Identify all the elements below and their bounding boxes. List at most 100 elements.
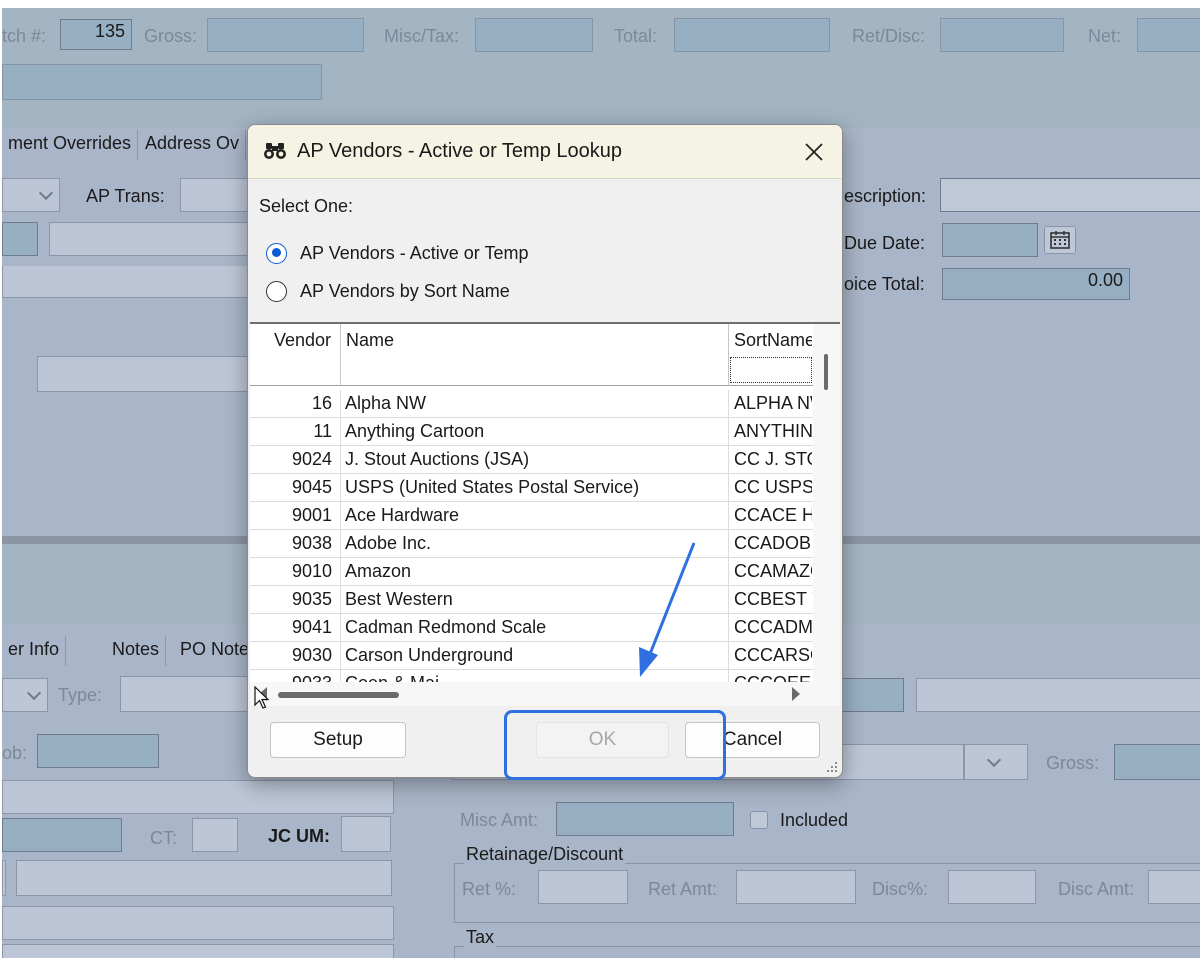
um-desc-field[interactable] (916, 678, 1200, 712)
desc-field-a (2, 860, 6, 896)
net-field[interactable] (1137, 18, 1200, 52)
radio-active-or-temp[interactable]: AP Vendors - Active or Temp (266, 239, 528, 267)
cell-divider (728, 418, 729, 446)
tab-po-notes[interactable]: PO Note (174, 636, 257, 666)
cell-divider (340, 558, 341, 586)
type-field[interactable] (120, 676, 250, 712)
resize-grip-icon[interactable] (826, 761, 838, 773)
close-icon (805, 143, 823, 161)
vendor-number-cell: 9035 (291, 589, 332, 609)
ret-disc-field[interactable] (940, 18, 1064, 52)
line-type-select[interactable] (2, 678, 48, 712)
pay-field-a[interactable] (2, 222, 38, 256)
ret-disc-label: Ret/Disc: (852, 26, 926, 46)
memo-field[interactable] (37, 356, 249, 392)
table-row[interactable]: 11 Anything Cartoon ANYTHIN (250, 418, 813, 446)
radio-button-unchecked[interactable] (266, 280, 287, 302)
vendor-name-field[interactable] (2, 64, 322, 100)
desc-field-d[interactable] (2, 944, 394, 958)
gross2-field[interactable] (1114, 744, 1200, 780)
table-row[interactable]: 9045 USPS (United States Postal Service) C… (250, 474, 813, 502)
tab-address-overrides[interactable]: Address Ov (139, 130, 247, 160)
column-divider[interactable] (340, 324, 341, 386)
line-select-drop[interactable] (964, 744, 1028, 780)
vendor-number-cell: 9041 (291, 617, 332, 637)
setup-button[interactable]: Setup (270, 722, 406, 758)
table-row[interactable]: 9041Cadman Redmond ScaleCCCADMA (250, 614, 813, 642)
vendor-sortname-cell: CC USPS (734, 477, 812, 497)
total-field[interactable] (674, 18, 830, 52)
due-date-field[interactable] (942, 223, 1038, 257)
phase-field[interactable] (2, 818, 122, 852)
ct-field[interactable] (192, 818, 238, 852)
table-row[interactable]: 9035Best WesternCCBEST W (250, 586, 813, 614)
table-row[interactable]: 16 Alpha NW ALPHA NW (250, 390, 813, 418)
table-row[interactable]: 9010AmazonCCAMAZO (250, 558, 813, 586)
tab-other-info[interactable]: er Info (2, 636, 67, 666)
vendor-sortname-cell: CCACE H (734, 505, 812, 525)
disc-pct-label: Disc%: (872, 879, 929, 899)
vendor-number-cell: 9010 (291, 561, 332, 581)
column-header-name[interactable]: Name (346, 330, 394, 351)
desc-field-b[interactable] (16, 860, 392, 896)
disc-amt-field[interactable] (1148, 870, 1200, 904)
misc-tax-label: Misc/Tax: (384, 26, 460, 46)
highlight-box (504, 710, 726, 780)
included-checkbox[interactable] (750, 811, 768, 829)
cell-divider (728, 502, 729, 530)
invoice-total-label: oice Total: (844, 274, 925, 294)
cell-divider (728, 446, 729, 474)
desc-field-c[interactable] (2, 906, 394, 940)
vendor-grid[interactable]: Vendor Name SortName 16Alpha NWALPHA NW1… (250, 322, 840, 706)
dialog-titlebar[interactable]: AP Vendors - Active or Temp Lookup (248, 125, 842, 179)
horizontal-scroll-thumb[interactable] (278, 692, 399, 698)
cell-divider (728, 586, 729, 614)
tab-notes[interactable]: Notes (106, 636, 167, 666)
calendar-icon[interactable] (1044, 226, 1076, 254)
misc-tax-field[interactable] (475, 18, 593, 52)
horizontal-scrollbar[interactable] (250, 682, 813, 706)
column-header-vendor[interactable]: Vendor (274, 330, 331, 351)
table-row[interactable]: 9030Carson UndergroundCCCARSO (250, 642, 813, 670)
invoice-total-field: 0.00 (942, 268, 1130, 300)
gross-field[interactable] (207, 18, 364, 52)
column-divider[interactable] (728, 324, 729, 386)
description-field[interactable] (940, 178, 1200, 212)
vendor-sortname-cell: CCCARSO (734, 645, 812, 665)
column-header-sortname[interactable]: SortName (734, 330, 812, 351)
tab-payment-overrides[interactable]: ment Overrides (2, 130, 139, 160)
cell-divider (340, 586, 341, 614)
ret-pct-field[interactable] (538, 870, 628, 904)
cell-divider (728, 530, 729, 558)
included-label: Included (780, 810, 849, 830)
vendor-sortname-cell: ANYTHIN (734, 421, 812, 441)
radio-button-checked[interactable] (266, 242, 287, 264)
table-row[interactable]: 9024 J. Stout Auctions (JSA) CC J. STO (250, 446, 813, 474)
jc-um-field[interactable] (341, 816, 391, 852)
sortname-filter-cell[interactable] (730, 357, 812, 383)
pay-method-select[interactable] (2, 178, 60, 212)
ret-amt-field[interactable] (736, 870, 856, 904)
vendor-name-cell: Anything Cartoon (345, 421, 485, 441)
scroll-right-icon[interactable] (791, 687, 801, 701)
disc-pct-field[interactable] (948, 870, 1036, 904)
vendor-name-cell: Ace Hardware (345, 505, 460, 525)
disc-amt-label: Disc Amt: (1058, 879, 1135, 899)
vertical-scrollbar[interactable] (813, 324, 840, 706)
close-button[interactable] (794, 133, 834, 171)
job-field[interactable] (37, 734, 159, 768)
misc-amt-field[interactable] (556, 802, 734, 836)
radio-by-sort-name[interactable]: AP Vendors by Sort Name (266, 277, 510, 305)
due-date-label: Due Date: (844, 233, 926, 253)
ap-trans-label: AP Trans: (86, 186, 165, 206)
pay-field-b[interactable] (49, 222, 249, 256)
vendor-number-cell: 9030 (291, 645, 332, 665)
vendor-sortname-cell: CCCADMA (734, 617, 812, 637)
radio-label-by-sort-name: AP Vendors by Sort Name (300, 280, 510, 301)
vertical-scroll-thumb[interactable] (824, 354, 828, 390)
ap-trans-field[interactable] (180, 178, 250, 212)
table-row[interactable]: 9001 Ace Hardware CCACE H (250, 502, 813, 530)
batch-field[interactable]: 135 (60, 19, 132, 50)
description-label: escription: (844, 186, 927, 206)
table-row[interactable]: 9038Adobe Inc.CCADOBE (250, 530, 813, 558)
